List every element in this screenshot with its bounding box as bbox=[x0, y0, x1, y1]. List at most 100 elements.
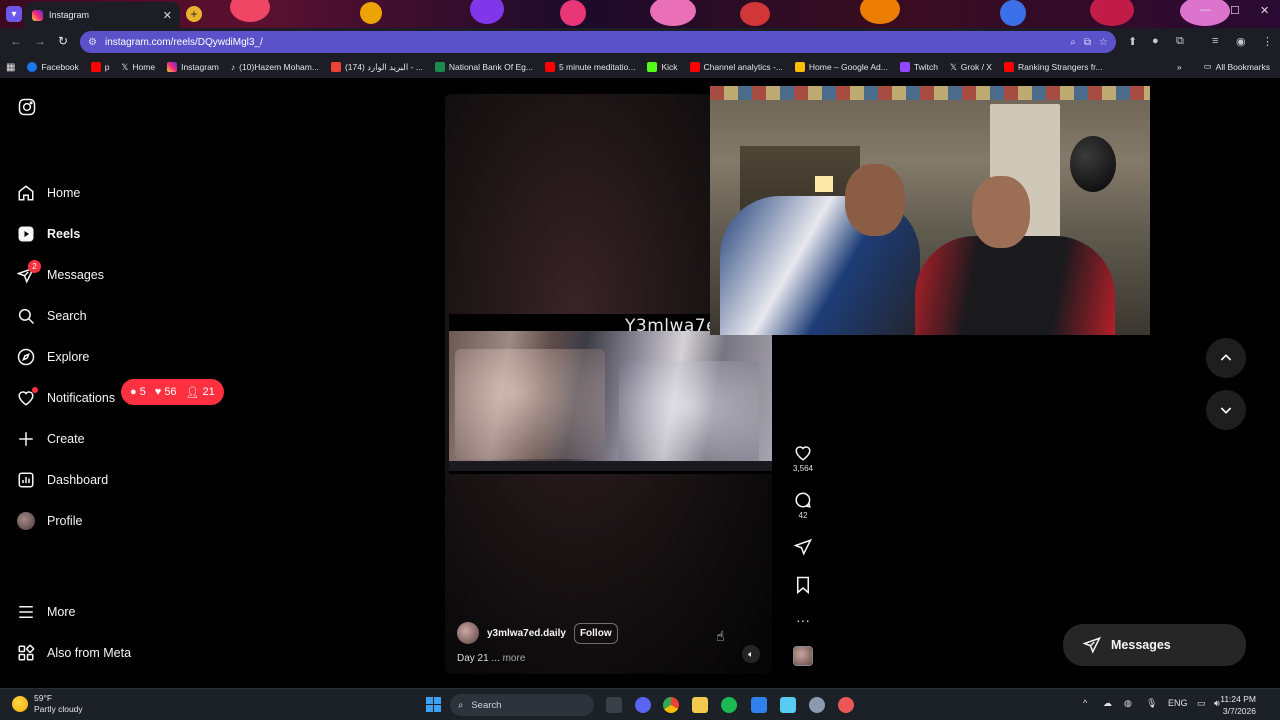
file-explorer-icon[interactable] bbox=[692, 697, 708, 713]
comment-bubble-icon bbox=[794, 491, 812, 509]
onedrive-icon[interactable]: ☁ bbox=[1103, 698, 1112, 709]
close-window-icon[interactable]: ✕ bbox=[1260, 4, 1269, 17]
bookmark-star-icon[interactable]: ☆ bbox=[1099, 37, 1108, 48]
bookmark-8[interactable]: Kick bbox=[647, 62, 678, 72]
follow-button[interactable]: Follow bbox=[573, 622, 618, 644]
audio-button[interactable] bbox=[793, 646, 813, 666]
sidebar-item-home[interactable]: Home bbox=[17, 184, 80, 202]
reel-actions: 3,564 42 ··· bbox=[792, 444, 814, 666]
all-bookmarks-button[interactable]: » ▭ All Bookmarks bbox=[1177, 61, 1270, 72]
extensions-icon[interactable]: ⧉ bbox=[1176, 35, 1184, 48]
start-button[interactable] bbox=[426, 697, 441, 712]
bookmark-2[interactable]: 𝕏 Home bbox=[122, 62, 156, 73]
save-button[interactable] bbox=[795, 576, 811, 594]
spotify-icon[interactable] bbox=[721, 697, 737, 713]
notifications-summary-pill[interactable]: ● 5 ♥ 56 👤︎ 21 bbox=[121, 379, 224, 405]
weather-widget[interactable]: 59°F Partly cloudy bbox=[12, 693, 83, 715]
bank-icon bbox=[434, 62, 445, 72]
language-indicator[interactable]: ENG bbox=[1168, 698, 1188, 708]
instagram-icon bbox=[167, 62, 178, 72]
minimize-icon[interactable]: — bbox=[1200, 4, 1211, 16]
tray-overflow-icon[interactable]: ^ bbox=[1083, 698, 1087, 708]
bookmark-5[interactable]: (174) البريد الوارد - ... bbox=[330, 62, 423, 73]
bookmark-9[interactable]: Channel analytics -... bbox=[689, 62, 783, 72]
microphone-icon[interactable]: 🎙︎ bbox=[1146, 698, 1157, 709]
back-icon[interactable]: ← bbox=[10, 34, 22, 48]
bookmark-0[interactable]: Facebook bbox=[27, 62, 79, 72]
more-link[interactable]: more bbox=[503, 653, 526, 664]
close-tab-icon[interactable]: ✕ bbox=[163, 9, 172, 22]
bookmark-12[interactable]: 𝕏 Grok / X bbox=[950, 62, 992, 73]
follows-count: 👤︎ 21 bbox=[185, 386, 215, 399]
bookmark-1[interactable]: p bbox=[90, 62, 110, 72]
sidebar-item-search[interactable]: Search bbox=[17, 307, 87, 325]
sidebar-item-create[interactable]: Create bbox=[17, 430, 85, 448]
taskbar-search[interactable]: ⌕ Search bbox=[450, 694, 594, 716]
extension-pin-icon[interactable]: ⬆ bbox=[1128, 35, 1137, 48]
profile-avatar-icon[interactable]: ◉ bbox=[1236, 35, 1246, 48]
photos-icon[interactable] bbox=[751, 697, 767, 713]
instagram-logo-icon[interactable] bbox=[18, 98, 36, 116]
mute-button[interactable]: 🔈︎ bbox=[742, 645, 760, 663]
windows-taskbar: 59°F Partly cloudy ⌕ Search ^ ☁ ◍ 🎙︎ ENG… bbox=[0, 688, 1280, 720]
settings-icon[interactable] bbox=[809, 697, 825, 713]
sidebar-item-messages[interactable]: 2 Messages bbox=[17, 260, 104, 284]
reload-icon[interactable]: ↻ bbox=[58, 34, 68, 48]
like-button[interactable]: 3,564 bbox=[793, 444, 813, 473]
bookmark-13[interactable]: Ranking Strangers fr... bbox=[1003, 62, 1103, 72]
sidebar-item-dashboard[interactable]: Dashboard bbox=[17, 471, 108, 489]
install-app-icon[interactable]: ⧉ bbox=[1084, 37, 1091, 48]
sidebar-item-notifications[interactable]: Notifications bbox=[17, 387, 115, 407]
tab-instagram[interactable]: Instagram ✕ bbox=[24, 2, 180, 28]
discord-icon[interactable] bbox=[635, 697, 651, 713]
bookmark-10[interactable]: Home – Google Ad... bbox=[794, 62, 888, 72]
instagram-page: Home Reels 2 Messages Search Explore Not… bbox=[0, 78, 1280, 688]
sidebar-item-reels[interactable]: Reels bbox=[17, 225, 80, 243]
overflow-chevron-icon[interactable]: » bbox=[1177, 62, 1182, 72]
bookmark-4[interactable]: ♪ (10)Hazem Moham... bbox=[231, 62, 319, 72]
menu-icon bbox=[17, 603, 35, 621]
tab-search-menu-button[interactable]: ▾ bbox=[6, 6, 22, 22]
forward-icon[interactable]: → bbox=[34, 34, 46, 48]
more-options-button[interactable]: ··· bbox=[796, 612, 810, 628]
person-icon: 👤︎ bbox=[185, 386, 200, 399]
author-avatar[interactable] bbox=[457, 622, 479, 644]
dashboard-icon bbox=[17, 471, 35, 489]
extension-circle-icon[interactable]: ● bbox=[1152, 35, 1159, 47]
network-icon[interactable]: ▭ bbox=[1197, 698, 1206, 709]
bookmark-6[interactable]: National Bank Of Eg... bbox=[434, 62, 533, 72]
previous-reel-button[interactable] bbox=[1206, 338, 1246, 378]
next-reel-button[interactable] bbox=[1206, 390, 1246, 430]
floating-messages-button[interactable]: Messages bbox=[1063, 624, 1246, 666]
reel-description: Day 21 ... more bbox=[457, 653, 526, 664]
site-info-icon[interactable]: ⚙ bbox=[88, 37, 97, 48]
messages-icon: 2 bbox=[17, 260, 41, 284]
discord-tray-icon[interactable]: ◍ bbox=[1124, 698, 1132, 709]
sidebar-item-more[interactable]: More bbox=[17, 603, 75, 621]
kebab-menu-icon[interactable]: ⋮ bbox=[1262, 35, 1273, 48]
bookmark-11[interactable]: Twitch bbox=[899, 62, 938, 72]
comment-button[interactable]: 42 bbox=[794, 491, 812, 520]
new-tab-button[interactable]: + bbox=[186, 6, 202, 22]
app-red-icon[interactable] bbox=[838, 697, 854, 713]
apps-icon[interactable]: ▦ bbox=[6, 62, 15, 73]
meta-icon bbox=[17, 644, 35, 662]
sidebar-item-profile[interactable]: Profile bbox=[17, 512, 82, 530]
system-clock[interactable]: 11:24 PM 3/7/2026 bbox=[1220, 693, 1256, 717]
sidebar-item-also-from-meta[interactable]: Also from Meta bbox=[17, 644, 131, 662]
video-lower-bar bbox=[449, 461, 772, 471]
share-button[interactable] bbox=[794, 538, 812, 556]
chrome-icon[interactable] bbox=[663, 697, 679, 713]
bookmark-7[interactable]: 5 minute meditatio... bbox=[544, 62, 635, 72]
bookmark-3[interactable]: Instagram bbox=[167, 62, 219, 72]
sidebar-item-explore[interactable]: Explore bbox=[17, 348, 89, 366]
party-bunting bbox=[710, 86, 1150, 100]
maximize-icon[interactable]: ☐ bbox=[1230, 4, 1240, 17]
author-username[interactable]: y3mlwa7ed.daily bbox=[487, 628, 566, 639]
zoom-icon[interactable]: ⌕ bbox=[1070, 37, 1076, 48]
app-icon[interactable] bbox=[780, 697, 796, 713]
address-bar[interactable]: ⚙ instagram.com/reels/DQywdiMgl3_/ ⌕ ⧉ ☆ bbox=[80, 31, 1116, 53]
media-controls-icon[interactable]: ≡ bbox=[1212, 35, 1218, 47]
volume-icon[interactable]: 🔊︎ bbox=[1214, 698, 1220, 709]
task-view-icon[interactable] bbox=[606, 697, 622, 713]
